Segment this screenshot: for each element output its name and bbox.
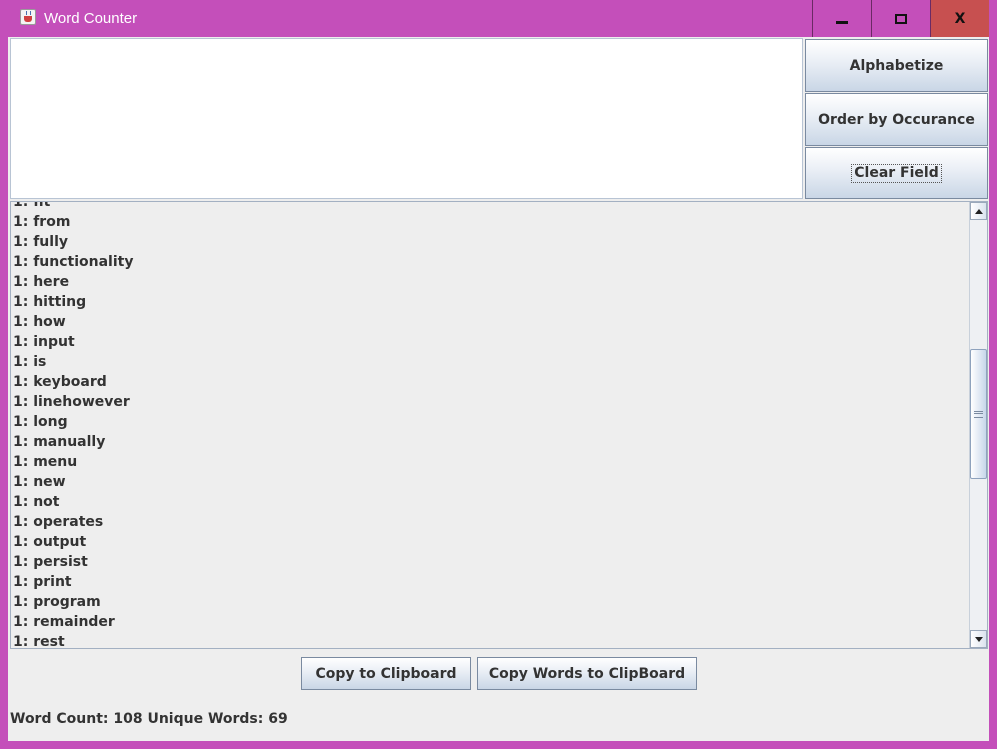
list-item: 1: here	[13, 274, 70, 290]
minimize-icon	[836, 21, 848, 24]
close-button[interactable]: X	[930, 0, 989, 37]
close-icon: X	[954, 10, 966, 27]
scroll-thumb[interactable]	[970, 349, 987, 479]
list-item: 1: menu	[13, 454, 78, 470]
word-list-lines: 1: fit 1: from 1: fully 1: functionality 1: …	[13, 201, 963, 649]
maximize-button[interactable]	[871, 0, 930, 37]
list-item: 1: persist	[13, 554, 88, 570]
grip-icon	[974, 411, 983, 418]
copy-to-clipboard-button-label: Copy to Clipboard	[315, 665, 457, 682]
word-count-status: Word Count: 108 Unique Words: 69	[10, 711, 288, 727]
list-item: 1: from	[13, 214, 71, 230]
list-item: 1: keyboard	[13, 374, 107, 390]
clear-field-button[interactable]: Clear Field	[805, 147, 988, 199]
maximize-icon	[895, 13, 907, 24]
arrow-up-icon	[974, 208, 983, 214]
list-item: 1: long	[13, 414, 68, 430]
clear-field-button-label: Clear Field	[851, 163, 942, 183]
content-panel: Alphabetize Order by Occurance Clear Fie…	[8, 37, 989, 741]
alphabetize-button[interactable]: Alphabetize	[805, 39, 988, 92]
minimize-button[interactable]	[812, 0, 871, 37]
list-item: 1: fit	[13, 201, 51, 210]
java-coffee-cup-icon	[20, 9, 36, 25]
title-bar[interactable]: Word Counter X	[0, 0, 997, 37]
list-item: 1: rest	[13, 634, 65, 649]
list-item: 1: hitting	[13, 294, 87, 310]
text-input-area[interactable]	[10, 38, 803, 199]
vertical-scrollbar[interactable]	[969, 202, 987, 648]
list-item: 1: output	[13, 534, 87, 550]
word-count-list[interactable]: 1: fit 1: from 1: fully 1: functionality 1: …	[10, 201, 988, 649]
list-item: 1: is	[13, 354, 47, 370]
copy-words-to-clipboard-button[interactable]: Copy Words to ClipBoard	[477, 657, 697, 690]
list-item: 1: operates	[13, 514, 104, 530]
list-item: 1: new	[13, 474, 66, 490]
list-item: 1: program	[13, 594, 101, 610]
list-item: 1: linehowever	[13, 394, 130, 410]
list-item: 1: functionality	[13, 254, 134, 270]
list-item: 1: remainder	[13, 614, 115, 630]
list-item: 1: manually	[13, 434, 106, 450]
copy-words-to-clipboard-button-label: Copy Words to ClipBoard	[488, 665, 686, 682]
copy-to-clipboard-button[interactable]: Copy to Clipboard	[301, 657, 471, 690]
list-item: 1: print	[13, 574, 72, 590]
list-item: 1: fully	[13, 234, 68, 250]
order-by-occurance-button[interactable]: Order by Occurance	[805, 93, 988, 146]
order-by-occurance-button-label: Order by Occurance	[818, 111, 975, 128]
list-item: 1: not	[13, 494, 60, 510]
arrow-down-icon	[974, 636, 983, 642]
list-item: 1: input	[13, 334, 75, 350]
window-title: Word Counter	[44, 10, 138, 27]
list-item: 1: how	[13, 314, 66, 330]
alphabetize-button-label: Alphabetize	[849, 57, 944, 74]
app-window: Word Counter X Alphabetize Order by Occu…	[0, 0, 997, 749]
scroll-down-button[interactable]	[970, 630, 987, 648]
scroll-up-button[interactable]	[970, 202, 987, 220]
